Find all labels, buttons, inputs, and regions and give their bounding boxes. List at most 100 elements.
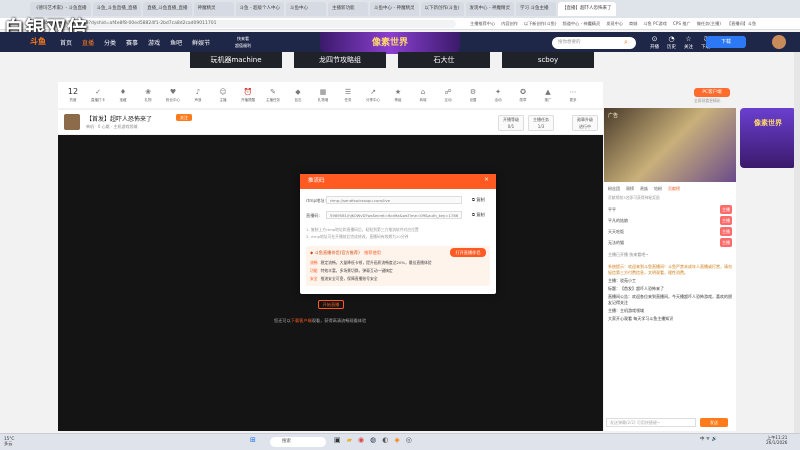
toolbar-item[interactable]: ▲ 推广	[537, 88, 559, 103]
site-logo[interactable]: 斗鱼	[30, 36, 46, 47]
toolbar-item[interactable]: ✪ 勋章	[512, 88, 534, 103]
toolbar-item[interactable]: ☰ 任务	[337, 88, 359, 103]
system-tray[interactable]: 中 ᯤ 🔊	[700, 436, 717, 442]
browser-tab[interactable]: 发现中心 - 神魔精灵	[465, 2, 515, 16]
browser-tab[interactable]: 斗鱼 - 超级个人中心	[235, 2, 285, 16]
toolbar-item[interactable]: ✎ 主播任务	[262, 88, 284, 103]
browser-tab[interactable]: 【直播】超吓人恐怖来了	[558, 2, 616, 16]
nav-link[interactable]: 首页	[60, 38, 72, 47]
pc-client-button[interactable]: PC客户端	[694, 88, 730, 97]
bookmark-item[interactable]: 内容创作	[501, 20, 518, 28]
browser-tab[interactable]: 学习 斗鱼主播	[516, 2, 557, 16]
close-icon[interactable]: ×	[484, 176, 489, 183]
rank-row[interactable]: 平凡的姑娘 主播	[608, 216, 732, 225]
download-button[interactable]: 下载	[706, 36, 746, 48]
bookmark-item[interactable]: 斗鱼 PC游戏	[643, 20, 667, 28]
toolbar-item[interactable]: ✓ 直播打卡	[87, 88, 109, 103]
toolbar-item[interactable]: ◆ 钻石	[287, 88, 309, 103]
toolbar-item[interactable]: ☺ 主播	[212, 88, 234, 103]
open-assistant-button[interactable]: 打开直播伴侣	[450, 248, 486, 257]
category-tile[interactable]: 玩机器machine	[190, 52, 282, 68]
browser-tab[interactable]: 斗鱼_斗鱼直播_直播	[92, 2, 142, 16]
browser-tab[interactable]: 斗鱼中心	[286, 2, 327, 16]
rank-row[interactable]: 无法的猫 主播	[608, 238, 732, 247]
rank-row[interactable]: 平平 主播	[608, 205, 732, 214]
toolbar-item[interactable]: ⏰ 开播提醒	[237, 88, 259, 103]
chrome-icon[interactable]: ◉	[358, 436, 364, 444]
browser-tab[interactable]: 神魔精灵	[193, 2, 234, 16]
toolbar-item[interactable]: ✦ 活动	[487, 88, 509, 103]
category-tile[interactable]: 石大仕	[398, 52, 490, 68]
nav-link[interactable]: 赛事	[126, 38, 138, 47]
sidebar-ad[interactable]: 广告	[604, 108, 736, 182]
stat-tasks[interactable]: 主播任务 1/3	[528, 115, 554, 131]
event-banner[interactable]: 像素世界	[320, 32, 460, 54]
sidebar-tab[interactable]: 周榜	[626, 186, 634, 192]
chat-input[interactable]: 发送弹幕(2/2) 可用快捷键~	[606, 418, 696, 427]
stream-code-field[interactable]: 5989581/hJK0WvD?wsSecret=6cd9a&wsTime=0f…	[326, 211, 462, 219]
bookmark-item[interactable]: 频道中心 - 神魔精灵	[563, 20, 601, 28]
douyu-icon[interactable]: ◈	[394, 436, 399, 444]
nav-link[interactable]: 直播	[82, 38, 94, 47]
copy-code-button[interactable]: ⧉ 复制	[472, 212, 485, 218]
bookmark-item[interactable]: 商城	[629, 20, 637, 28]
nav-right-item[interactable]: ☆ 关注	[684, 35, 693, 50]
nav-link[interactable]: 鱼吧	[170, 38, 182, 47]
sidebar-tab[interactable]: 贵族	[640, 186, 648, 192]
toolbar-item[interactable]: ★ 等级	[387, 88, 409, 103]
toolbar-item[interactable]: ♪ 声浪	[187, 88, 209, 103]
heat-rank[interactable]: 12 热度	[62, 87, 84, 103]
toolbar-item[interactable]: ↗ 分享中心	[362, 88, 384, 103]
toolbar-item[interactable]: ⚙ 设置	[462, 88, 484, 103]
user-avatar[interactable]	[772, 35, 786, 49]
file-explorer-icon[interactable]: ▰	[347, 436, 352, 444]
toolbar-item[interactable]: ☍ 互动	[437, 88, 459, 103]
follow-badge[interactable]: 关注	[176, 114, 192, 121]
url-input[interactable]: douyu.com/5898583?dyshid=af4e8f8-00ed588…	[36, 20, 456, 28]
streamer-avatar[interactable]	[64, 114, 80, 130]
toolbar-item[interactable]: ♥ 粉丝中心	[162, 88, 184, 103]
stat-medal[interactable]: 勋章升级 进行中	[572, 115, 598, 131]
nav-link[interactable]: 鲜娱节	[192, 38, 210, 47]
promo-badge[interactable]: 快来看 超值福利	[228, 35, 258, 49]
nav-link[interactable]: 游戏	[148, 38, 160, 47]
browser-tab[interactable]: 直播_斗鱼直播_直播	[143, 2, 192, 16]
start-stream-button[interactable]: 开始直播	[318, 300, 344, 309]
weather-widget[interactable]: 15°C 多云	[4, 436, 14, 446]
steam-icon[interactable]: ◍	[370, 436, 376, 444]
app-icon[interactable]: ◐	[382, 436, 388, 444]
windows-start-icon[interactable]: ⊞	[250, 436, 256, 444]
send-button[interactable]: 发送	[700, 418, 728, 427]
copy-rtmp-button[interactable]: ⧉ 复制	[472, 197, 485, 203]
bookmark-item[interactable]: 做任务(主播)	[697, 20, 721, 28]
right-ad[interactable]: 像素世界	[740, 108, 796, 168]
bookmark-item[interactable]: 【直播间】斗鱼	[727, 20, 756, 28]
nav-right-item[interactable]: ◔ 历史	[667, 35, 676, 50]
category-tile[interactable]: scboy	[502, 52, 594, 68]
sidebar-tab[interactable]: 粉丝团	[608, 186, 620, 192]
toolbar-item[interactable]: ▦ 礼物墙	[312, 88, 334, 103]
toolbar-item[interactable]: ♦ 宝藏	[112, 88, 134, 103]
taskbar-clock[interactable]: 上午11:21 26/1/2026	[766, 435, 787, 445]
taskbar-search[interactable]: 搜索	[270, 437, 326, 447]
search-icon[interactable]: ⌕	[624, 38, 628, 47]
sidebar-tab[interactable]: 钻粉	[654, 186, 662, 192]
nav-right-item[interactable]: ⊙ 开播	[650, 35, 659, 50]
browser-tab[interactable]: 以下新创作(斗鱼)	[420, 2, 464, 16]
stat-level[interactable]: 开播等级 0/1	[498, 115, 524, 131]
bookmark-item[interactable]: 主播推荐中心	[470, 20, 495, 28]
browser-tab[interactable]: 主播新功能	[328, 2, 369, 16]
browser-tab[interactable]: 斗鱼中心 - 神魔精灵	[370, 2, 419, 16]
page-scrollbar[interactable]	[794, 52, 800, 433]
bookmark-item[interactable]: 发现中心	[606, 20, 623, 28]
toolbar-item[interactable]: ❀ 礼物	[137, 88, 159, 103]
bookmark-item[interactable]: 以下新创作(斗鱼)	[524, 20, 557, 28]
camera-icon[interactable]: ◎	[406, 436, 412, 444]
download-client-link[interactable]: 下载客户端	[291, 318, 312, 323]
rank-row[interactable]: 天天吃饭 主播	[608, 227, 732, 236]
toolbar-item[interactable]: ⋯ 更多	[562, 88, 584, 103]
category-tile[interactable]: 龙四节攻略组	[294, 52, 386, 68]
rtmp-field[interactable]: rtmp://sendfsw.kssopu.com/live	[326, 196, 462, 204]
nav-link[interactable]: 分类	[104, 38, 116, 47]
bookmark-item[interactable]: CPS 推广	[673, 20, 691, 28]
